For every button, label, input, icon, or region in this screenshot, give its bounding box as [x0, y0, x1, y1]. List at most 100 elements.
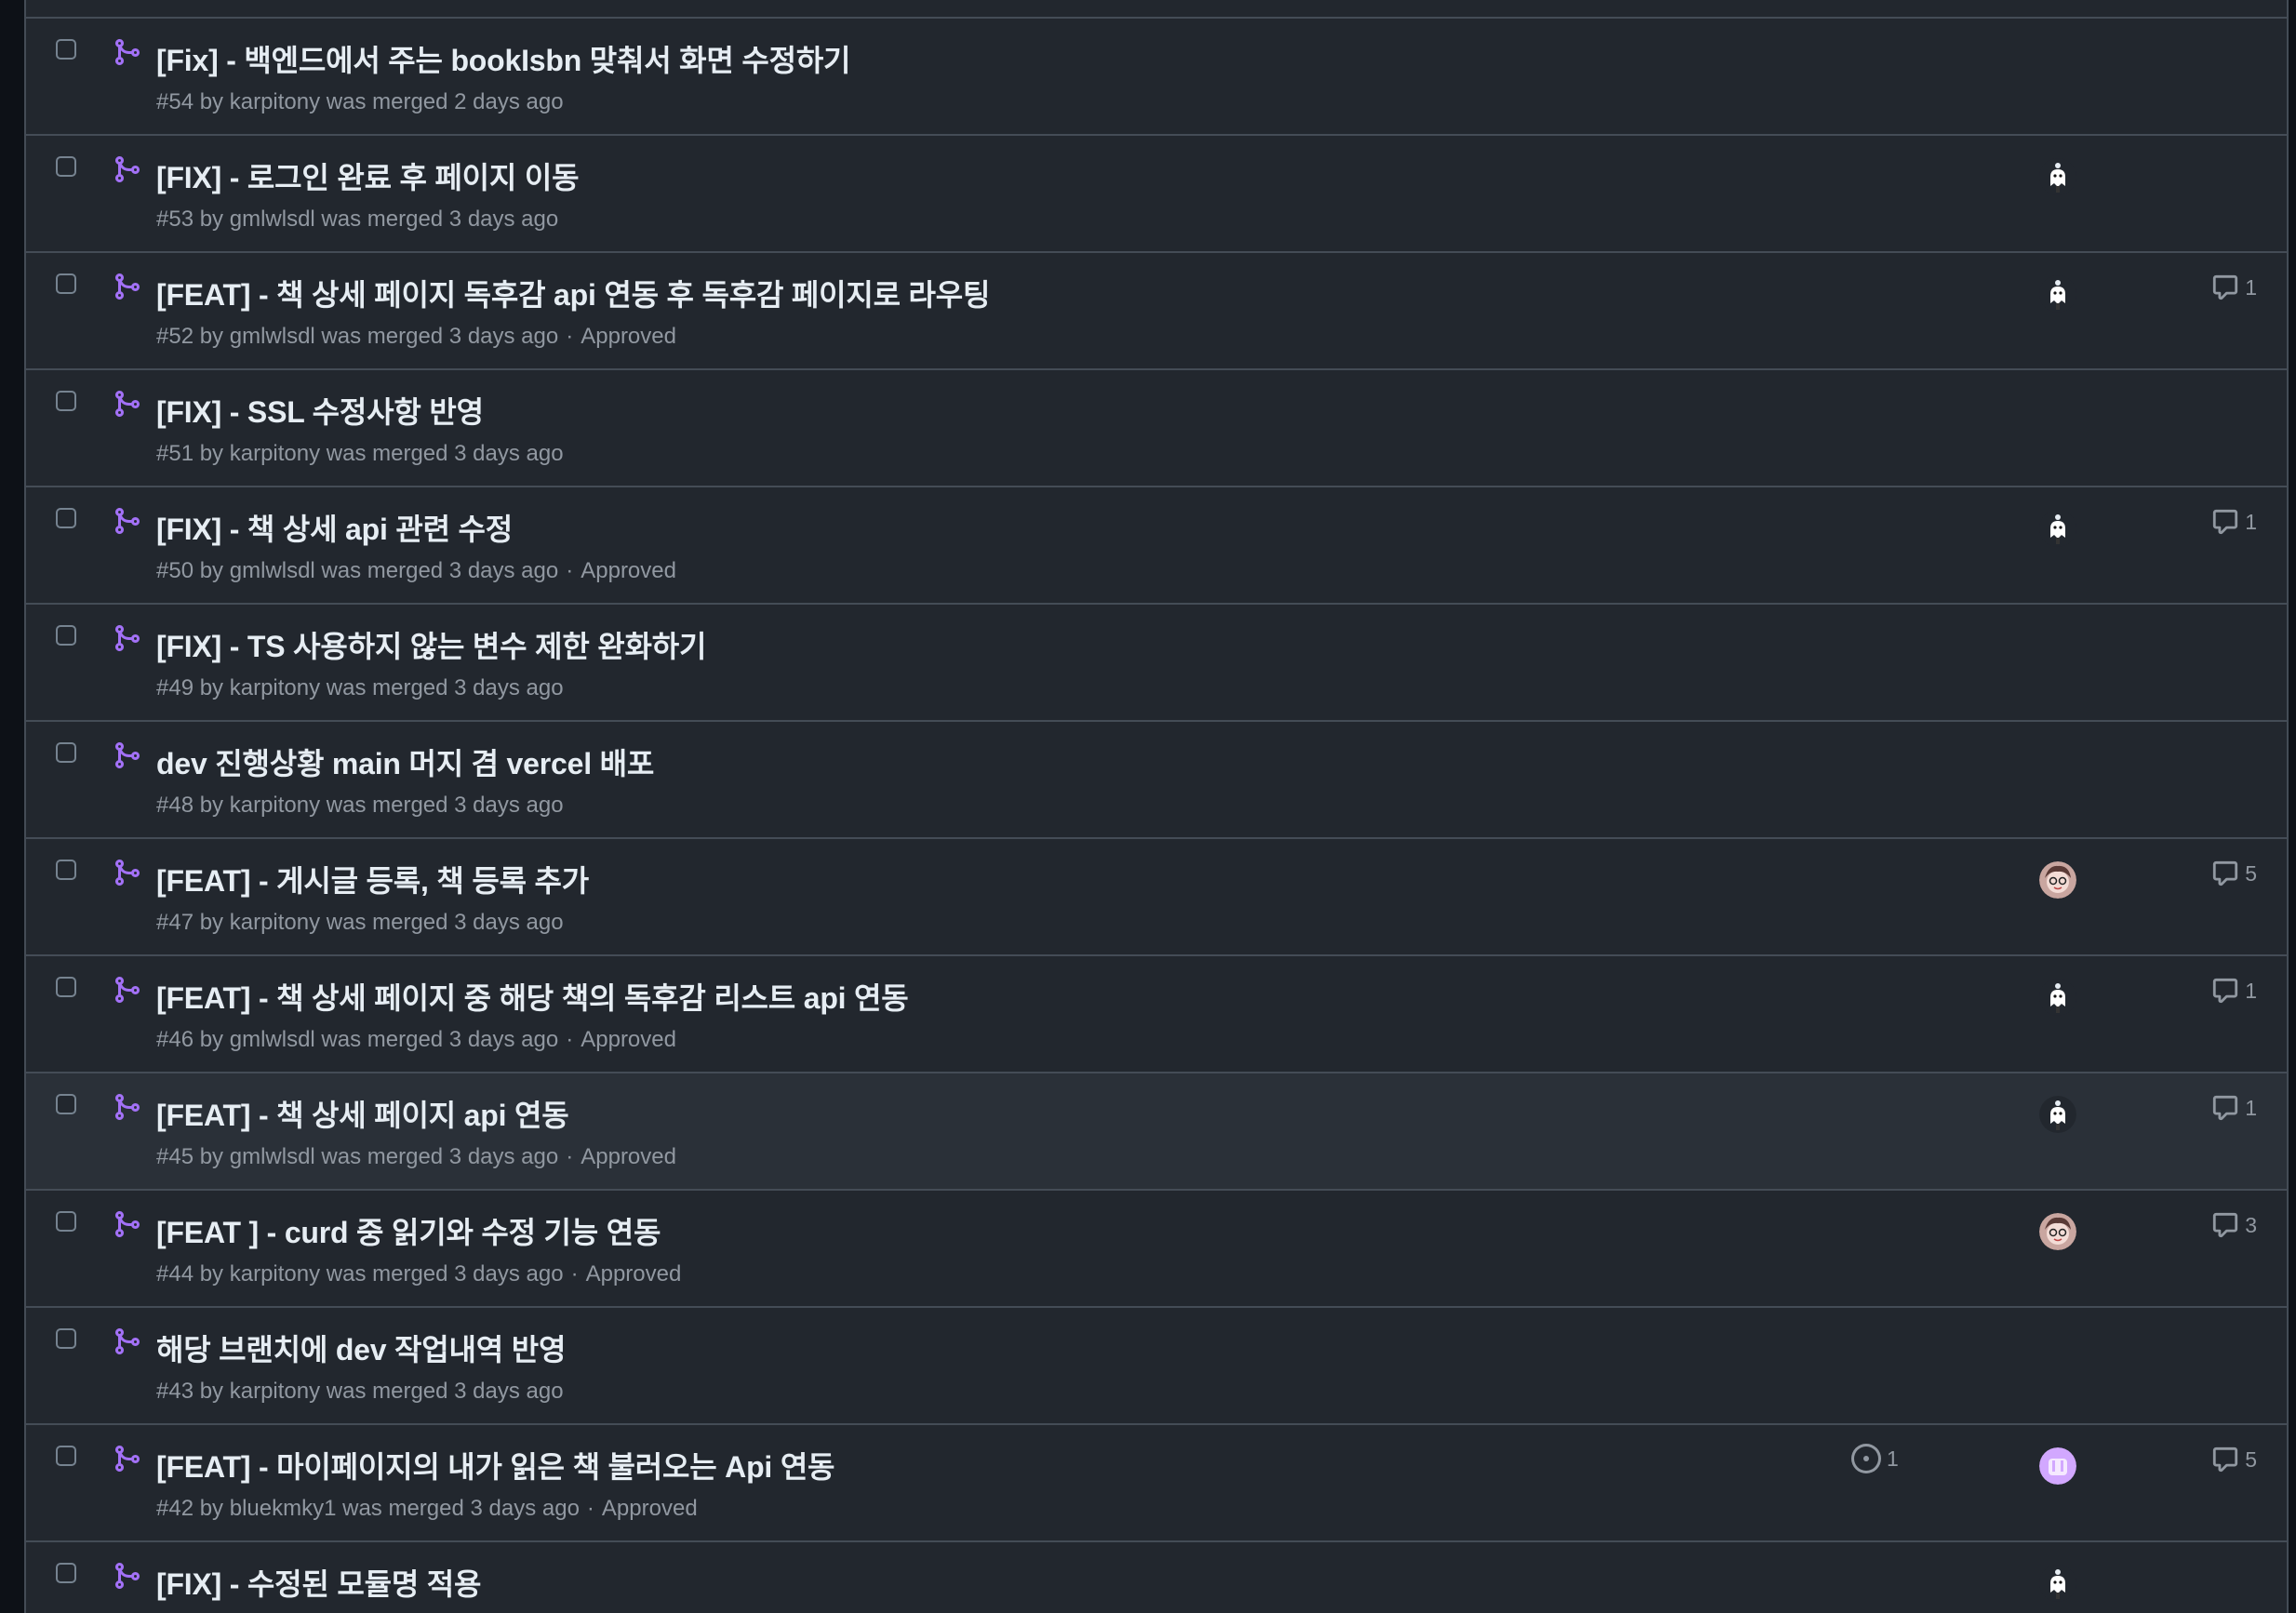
select-checkbox[interactable]	[56, 508, 76, 528]
assignee-avatar[interactable]	[2039, 275, 2076, 313]
pull-request-merged-info: #45 by gmlwlsdl was merged 3 days ago	[156, 1144, 559, 1169]
review-status: Approved	[581, 558, 676, 583]
git-merge-icon	[112, 623, 141, 653]
assignee-avatar[interactable]	[2039, 1213, 2076, 1250]
pull-request-row[interactable]: [FEAT] - 책 상세 페이지 독후감 api 연동 후 독후감 페이지로 …	[26, 253, 2287, 370]
git-merge-icon	[112, 1092, 141, 1122]
linked-issues-link[interactable]: 1	[1851, 1444, 1899, 1473]
comment-icon	[2211, 1211, 2239, 1239]
assignee-avatar[interactable]	[2039, 1565, 2076, 1602]
comment-icon	[2211, 1094, 2239, 1122]
select-checkbox[interactable]	[56, 860, 76, 880]
pull-request-row[interactable]: [FIX] - 책 상세 api 관련 수정 #50 by gmlwlsdl wa…	[26, 487, 2287, 605]
comment-count: 3	[2245, 1212, 2257, 1237]
pull-request-meta: #46 by gmlwlsdl was merged 3 days ago · Ap…	[156, 1027, 676, 1053]
comments-link[interactable]: 5	[2211, 860, 2257, 887]
meta-separator: ·	[566, 1027, 574, 1052]
comments-link[interactable]: 5	[2211, 1446, 2257, 1473]
select-checkbox[interactable]	[56, 742, 76, 763]
comments-link[interactable]: 1	[2211, 977, 2257, 1005]
comment-icon	[2211, 273, 2239, 301]
git-merge-icon	[112, 37, 141, 67]
pull-request-merged-info: #50 by gmlwlsdl was merged 3 days ago	[156, 558, 559, 583]
linked-issues-count: 1	[1887, 1446, 1899, 1471]
pull-request-row[interactable]: 해당 브랜치에 dev 작업내역 반영 #43 by karpitony was …	[26, 1308, 2287, 1425]
assignee-avatar[interactable]	[2039, 861, 2076, 899]
comment-count: 1	[2245, 1095, 2257, 1120]
pull-request-meta: #43 by karpitony was merged 3 days ago	[156, 1379, 564, 1405]
pull-request-title-link[interactable]: [FIX] - 책 상세 api 관련 수정	[156, 506, 513, 549]
select-checkbox[interactable]	[56, 977, 76, 997]
pull-request-meta: #44 by karpitony was merged 3 days ago · A…	[156, 1261, 681, 1287]
pull-request-title-link[interactable]: [FIX] - TS 사용하지 않는 변수 제한 완화하기	[156, 623, 706, 666]
assignee-avatar[interactable]	[2039, 1447, 2076, 1485]
pull-request-row[interactable]: [FEAT] - 책 상세 페이지 api 연동 #45 by gmlwlsdl …	[26, 1073, 2287, 1191]
comment-icon	[2211, 977, 2239, 1005]
pull-request-row[interactable]: [FEAT] - 책 상세 페이지 중 해당 책의 독후감 리스트 api 연동…	[26, 956, 2287, 1073]
pull-request-merged-info: #42 by bluekmky1 was merged 3 days ago	[156, 1496, 580, 1521]
pull-request-meta: #53 by gmlwlsdl was merged 3 days ago	[156, 207, 558, 233]
select-checkbox[interactable]	[56, 1446, 76, 1466]
comments-link[interactable]: 1	[2211, 1094, 2257, 1122]
meta-separator: ·	[566, 1144, 574, 1169]
pull-request-meta: #52 by gmlwlsdl was merged 3 days ago · Ap…	[156, 324, 676, 350]
select-checkbox[interactable]	[56, 1094, 76, 1114]
comment-count: 1	[2245, 274, 2257, 300]
comment-count: 5	[2245, 1446, 2257, 1472]
git-merge-icon	[112, 154, 141, 184]
pull-request-title-link[interactable]: [FEAT] - 마이페이지의 내가 읽은 책 불러오는 Api 연동	[156, 1444, 834, 1486]
pull-request-title-link[interactable]: [FEAT] - 책 상세 페이지 api 연동	[156, 1092, 569, 1135]
pull-request-row[interactable]: dev 진행상황 main 머지 겸 vercel 배포 #48 by karpi…	[26, 722, 2287, 839]
assignee-avatar[interactable]	[2039, 158, 2076, 195]
pull-request-meta: #51 by karpitony was merged 3 days ago	[156, 441, 564, 467]
assignee-avatar[interactable]	[2039, 979, 2076, 1016]
select-checkbox[interactable]	[56, 1211, 76, 1232]
select-checkbox[interactable]	[56, 625, 76, 646]
comment-icon	[2211, 508, 2239, 536]
select-checkbox[interactable]	[56, 273, 76, 294]
comment-icon	[2211, 860, 2239, 887]
pull-request-row[interactable]: [FIX] - 수정된 모듈명 적용	[26, 1542, 2287, 1613]
pull-request-title-link[interactable]: 해당 브랜치에 dev 작업내역 반영	[156, 1326, 566, 1369]
pull-request-title-link[interactable]: dev 진행상황 main 머지 겸 vercel 배포	[156, 740, 654, 783]
pull-request-row[interactable]: [FEAT ] - curd 중 읽기와 수정 기능 연동 #44 by karp…	[26, 1191, 2287, 1308]
git-merge-icon	[112, 740, 141, 770]
git-merge-icon	[112, 272, 141, 301]
pull-request-merged-info: #53 by gmlwlsdl was merged 3 days ago	[156, 207, 559, 232]
pull-request-merged-info: #47 by karpitony was merged 3 days ago	[156, 910, 564, 935]
comments-link[interactable]: 1	[2211, 273, 2257, 301]
review-status: Approved	[581, 324, 676, 349]
comments-link[interactable]: 3	[2211, 1211, 2257, 1239]
git-merge-icon	[112, 975, 141, 1005]
assignee-avatar[interactable]	[2039, 510, 2076, 547]
select-checkbox[interactable]	[56, 39, 76, 60]
pull-request-title-link[interactable]: [FIX] - 수정된 모듈명 적용	[156, 1561, 481, 1604]
pull-request-row[interactable]: [FEAT] - 게시글 등록, 책 등록 추가 #47 by karpitony…	[26, 839, 2287, 956]
pull-request-title-link[interactable]: [FEAT ] - curd 중 읽기와 수정 기능 연동	[156, 1209, 661, 1252]
assignee-avatar[interactable]	[2039, 1096, 2076, 1133]
pull-request-row[interactable]: [FEAT] - 마이페이지의 내가 읽은 책 불러오는 Api 연동 #42 b…	[26, 1425, 2287, 1542]
meta-separator: ·	[566, 324, 574, 349]
meta-separator: ·	[566, 558, 574, 583]
pull-request-row[interactable]: [Fix] - 백엔드에서 주는 bookIsbn 맞춰서 화면 수정하기 #54…	[26, 19, 2287, 136]
pull-request-title-link[interactable]: [FIX] - 로그인 완료 후 페이지 이동	[156, 154, 580, 197]
pull-request-title-link[interactable]: [FEAT] - 책 상세 페이지 독후감 api 연동 후 독후감 페이지로 …	[156, 272, 990, 314]
issue-opened-icon	[1851, 1444, 1881, 1473]
pull-request-row[interactable]: [FIX] - TS 사용하지 않는 변수 제한 완화하기 #49 by karp…	[26, 605, 2287, 722]
pull-request-title-link[interactable]: [FEAT] - 책 상세 페이지 중 해당 책의 독후감 리스트 api 연동	[156, 975, 909, 1018]
select-checkbox[interactable]	[56, 1328, 76, 1349]
pull-request-title-link[interactable]: [FIX] - SSL 수정사항 반영	[156, 389, 484, 432]
comments-link[interactable]: 1	[2211, 508, 2257, 536]
select-checkbox[interactable]	[56, 156, 76, 177]
pull-request-merged-info: #49 by karpitony was merged 3 days ago	[156, 675, 564, 700]
pull-request-meta: #48 by karpitony was merged 3 days ago	[156, 793, 564, 819]
pull-request-meta: #47 by karpitony was merged 3 days ago	[156, 910, 564, 936]
pull-request-title-link[interactable]: [FEAT] - 게시글 등록, 책 등록 추가	[156, 858, 589, 900]
pull-request-row[interactable]: [FIX] - 로그인 완료 후 페이지 이동 #53 by gmlwlsdl w…	[26, 136, 2287, 253]
select-checkbox[interactable]	[56, 391, 76, 411]
pull-request-title-link[interactable]: [Fix] - 백엔드에서 주는 bookIsbn 맞춰서 화면 수정하기	[156, 37, 851, 80]
select-checkbox[interactable]	[56, 1563, 76, 1583]
pull-request-row[interactable]: [FIX] - SSL 수정사항 반영 #51 by karpitony was …	[26, 370, 2287, 487]
git-merge-icon	[112, 1561, 141, 1591]
pull-request-merged-info: #46 by gmlwlsdl was merged 3 days ago	[156, 1027, 559, 1052]
